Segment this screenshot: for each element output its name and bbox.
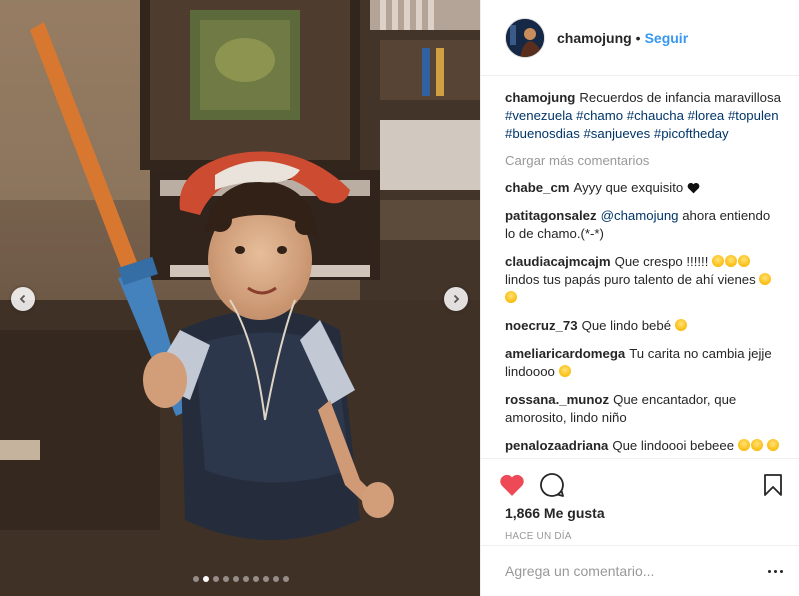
load-more-comments-button[interactable]: Cargar más comentarios xyxy=(505,153,783,168)
hashtag-link[interactable]: #chaucha xyxy=(627,108,684,123)
carousel-dot xyxy=(263,576,269,582)
comment-username[interactable]: rossana._munoz xyxy=(505,392,609,407)
comment-text: Que crespo !!!!!! xyxy=(614,254,709,269)
comment-username[interactable]: patitagonsalez xyxy=(505,208,597,223)
heart-eyes-emoji-icon xyxy=(725,255,738,267)
comment-username[interactable]: ameliaricardomega xyxy=(505,346,625,361)
comment: rossana._munoz Que encantador, que amoros… xyxy=(505,391,783,427)
next-photo-button[interactable] xyxy=(444,287,468,311)
carousel-dot xyxy=(213,576,219,582)
black-heart-icon xyxy=(687,182,700,194)
follow-button[interactable]: Seguir xyxy=(645,30,689,46)
carousel-dot xyxy=(253,576,259,582)
hashtag-link[interactable]: #chamo xyxy=(576,108,623,123)
caption: chamojung Recuerdos de infancia maravillo… xyxy=(505,89,783,143)
comment-button[interactable] xyxy=(539,465,579,505)
comment: penalozaadriana Que lindoooi bebeee xyxy=(505,437,783,457)
comment: patitagonsalez @chamojung ahora entiendo … xyxy=(505,207,783,243)
hashtag-link[interactable]: #topulen xyxy=(728,108,779,123)
hashtag-link[interactable]: #venezuela xyxy=(505,108,572,123)
chevron-left-icon xyxy=(19,294,26,304)
smile-emoji-icon xyxy=(759,273,772,285)
caption-text: Recuerdos de infancia maravillosa xyxy=(579,90,781,105)
smile-emoji-icon xyxy=(505,291,517,303)
comments-list[interactable]: chamojung Recuerdos de infancia maravillo… xyxy=(481,77,799,457)
carousel-dot xyxy=(233,576,239,582)
header-separator: • xyxy=(635,29,641,46)
post-side-panel: chamojung • Seguir chamojung Recuerdos de… xyxy=(480,0,799,596)
carousel-dot xyxy=(223,576,229,582)
post-photo[interactable] xyxy=(0,0,480,596)
heart-eyes-emoji-icon xyxy=(738,255,751,267)
chevron-right-icon xyxy=(453,294,460,304)
carousel-dot xyxy=(243,576,249,582)
heart-icon xyxy=(500,474,524,496)
hashtag-link[interactable]: #sanjueves xyxy=(583,126,650,141)
post-timestamp[interactable]: HACE UN DÍA xyxy=(499,531,783,542)
comment-text: Que lindoooi bebeee xyxy=(612,438,735,453)
kissing-emoji-icon xyxy=(750,439,763,451)
childhood-photo xyxy=(0,0,480,596)
previous-photo-button[interactable] xyxy=(11,287,35,311)
avatar-image xyxy=(506,18,544,57)
smile-emoji-icon xyxy=(558,365,571,377)
caption-username[interactable]: chamojung xyxy=(505,90,575,105)
comment-input[interactable]: Agrega un comentario... xyxy=(505,563,768,579)
more-options-icon[interactable] xyxy=(768,569,783,573)
comment-username[interactable]: penalozaadriana xyxy=(505,438,608,453)
hashtag-link[interactable]: #lorea xyxy=(688,108,725,123)
comment-username[interactable]: chabe_cm xyxy=(505,180,570,195)
comment: ameliaricardomega Tu carita no cambia jej… xyxy=(505,345,783,381)
like-button[interactable] xyxy=(499,465,539,505)
carousel-dot-active xyxy=(203,576,209,582)
hashtag-link[interactable]: #buenosdias xyxy=(505,126,580,141)
mention-link[interactable]: @chamojung xyxy=(601,208,679,223)
comment-username[interactable]: claudiacajmcajm xyxy=(505,254,611,269)
carousel-dot xyxy=(283,576,289,582)
post-actions: 1,866 Me gusta HACE UN DÍA xyxy=(481,458,799,542)
comment-text: Ayyy que exquisito xyxy=(573,180,684,195)
comment: claudiacajmcajm Que crespo !!!!!! lindos … xyxy=(505,253,783,307)
heart-eyes-emoji-icon xyxy=(712,255,725,267)
carousel-indicator xyxy=(193,576,289,582)
comment-text: Que lindo bebé xyxy=(581,318,672,333)
kissing-emoji-icon xyxy=(767,439,780,451)
comment-username[interactable]: noecruz_73 xyxy=(505,318,578,333)
comment-bubble-icon xyxy=(540,473,564,497)
post-header: chamojung • Seguir xyxy=(481,0,799,76)
kissing-emoji-icon xyxy=(737,439,750,451)
likes-count[interactable]: 1,866 Me gusta xyxy=(499,505,783,521)
comment: chabe_cm Ayyy que exquisito xyxy=(505,179,783,197)
carousel-dot xyxy=(193,576,199,582)
hashtag-link[interactable]: #picoftheday xyxy=(654,126,729,141)
bookmark-icon xyxy=(764,474,782,496)
add-comment-bar: Agrega un comentario... xyxy=(481,545,799,596)
avatar[interactable] xyxy=(505,17,545,58)
carousel-dot xyxy=(273,576,279,582)
comment: noecruz_73 Que lindo bebé xyxy=(505,317,783,335)
save-button[interactable] xyxy=(743,465,783,505)
action-bar xyxy=(499,465,783,505)
header-username[interactable]: chamojung xyxy=(557,30,632,46)
kissing-emoji-icon xyxy=(674,319,687,331)
comment-text-continued: lindos tus papás puro talento de ahí vie… xyxy=(505,272,756,287)
